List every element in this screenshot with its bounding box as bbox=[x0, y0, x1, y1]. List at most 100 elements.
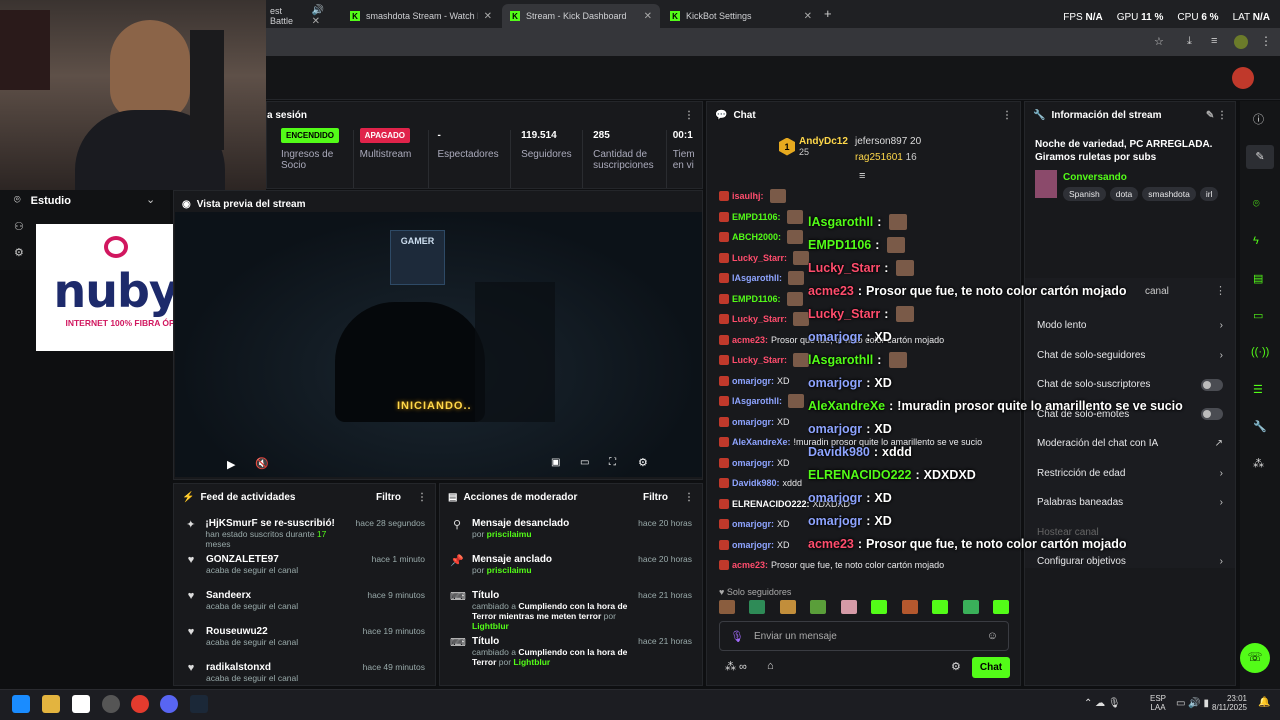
store-icon[interactable]: ⌂ bbox=[767, 660, 774, 672]
tab-battle[interactable]: est Battle 🔊 ✕ bbox=[262, 4, 342, 28]
camera-icon[interactable]: ⌾ bbox=[1253, 198, 1260, 211]
chat-settings-icon[interactable]: ⚙ bbox=[951, 660, 961, 673]
chat-username[interactable]: AleXandreXe: bbox=[732, 437, 791, 447]
emote[interactable] bbox=[932, 600, 949, 614]
gear-icon[interactable]: ⚙ bbox=[14, 246, 24, 259]
chat-username[interactable]: omarjogr: bbox=[732, 376, 774, 386]
start-icon[interactable] bbox=[12, 695, 30, 713]
filter-button[interactable]: Filtro bbox=[643, 492, 668, 503]
emote[interactable] bbox=[840, 600, 857, 614]
emote[interactable] bbox=[871, 600, 888, 614]
chat-username[interactable]: EMPD1106: bbox=[732, 294, 781, 304]
mod-user[interactable]: priscilaimu bbox=[487, 565, 532, 575]
bolt-icon[interactable]: ϟ bbox=[1253, 235, 1259, 247]
leader-name[interactable]: jeferson897 bbox=[855, 136, 907, 147]
send-chat-button[interactable]: Chat bbox=[972, 657, 1010, 678]
multistream-badge[interactable]: APAGADO bbox=[359, 128, 410, 143]
chat-input[interactable]: 🎙 Enviar un mensaje ☺ bbox=[719, 621, 1009, 651]
emote[interactable] bbox=[962, 600, 979, 614]
menu-icon[interactable]: ⋮ bbox=[1260, 34, 1272, 48]
network-volume-icons[interactable]: ▭ 🔊 ▮ bbox=[1176, 698, 1209, 709]
broadcast-icon[interactable]: ((·)) bbox=[1251, 346, 1269, 358]
collapse-icon[interactable]: ≡ bbox=[859, 170, 865, 182]
chat-username[interactable]: Lucky_Starr: bbox=[732, 314, 787, 324]
chat-username[interactable]: ELRENACIDO222: bbox=[732, 499, 810, 509]
tab-kickbot[interactable]: K KickBot Settings ✕ bbox=[662, 4, 820, 28]
tray-icons[interactable]: ⌃ ☁ 🎙 bbox=[1084, 698, 1121, 709]
info-icon[interactable]: ⓘ bbox=[1253, 111, 1264, 127]
leader-name[interactable]: rag251601 bbox=[855, 152, 903, 163]
play-icon[interactable]: ▶ bbox=[227, 458, 235, 471]
discord-icon[interactable] bbox=[160, 695, 178, 713]
live-badge[interactable]: ENCENDIDO bbox=[281, 128, 340, 143]
filter-button[interactable]: Filtro bbox=[376, 492, 401, 503]
chat-username[interactable]: omarjogr: bbox=[732, 417, 774, 427]
stream-preview-video[interactable]: GAMER INICIANDO.. ▶ 🔇 ▣ ▭ ⛶ ⚙ bbox=[175, 212, 702, 477]
mic-icon[interactable]: 🎙 bbox=[730, 630, 744, 643]
download-icon[interactable]: ⤓ bbox=[1187, 35, 1192, 48]
settings-icon[interactable]: ⚙ bbox=[638, 456, 648, 469]
obs-icon[interactable] bbox=[102, 695, 120, 713]
chat-username[interactable]: ABCH2000: bbox=[732, 232, 781, 242]
profile-avatar[interactable] bbox=[1234, 35, 1248, 49]
emote[interactable] bbox=[719, 600, 735, 614]
tag[interactable]: dota bbox=[1109, 187, 1139, 201]
tag[interactable]: Spanish bbox=[1063, 187, 1106, 201]
chevron-down-icon[interactable]: ⌄ bbox=[146, 193, 155, 206]
emoji-icon[interactable]: ☺ bbox=[987, 630, 998, 642]
more-icon[interactable]: ⋮ bbox=[684, 492, 694, 503]
more-icon[interactable]: ⋮ bbox=[1002, 110, 1012, 121]
mod-user[interactable]: Lightblur bbox=[513, 657, 550, 667]
close-icon[interactable]: ✕ bbox=[644, 11, 652, 22]
steam-icon[interactable] bbox=[190, 695, 208, 713]
chat-username[interactable]: omarjogr: bbox=[732, 540, 774, 550]
chat-username[interactable]: omarjogr: bbox=[732, 519, 774, 529]
chrome-icon[interactable] bbox=[131, 695, 149, 713]
close-icon[interactable]: ✕ bbox=[804, 11, 812, 22]
tag[interactable]: irl bbox=[1199, 187, 1219, 201]
chat-tools-icon[interactable]: ⁂ ∞ bbox=[725, 660, 747, 673]
clock[interactable]: 23:01 8/11/2025 bbox=[1212, 694, 1247, 712]
list-icon[interactable]: ☰ bbox=[1253, 383, 1263, 396]
chat-username[interactable]: lAsgarothll: bbox=[732, 273, 782, 283]
chat-username[interactable]: isaulhj: bbox=[732, 191, 764, 201]
mod-user[interactable]: Lightblur bbox=[472, 621, 509, 631]
edit-icon[interactable]: ✎ bbox=[1246, 145, 1274, 169]
reading-list-icon[interactable]: ≡ bbox=[1211, 35, 1217, 47]
apps-icon[interactable]: ⁂ bbox=[1253, 457, 1264, 470]
close-icon[interactable]: ✕ bbox=[484, 11, 492, 22]
emote[interactable] bbox=[901, 600, 918, 614]
tag[interactable]: smashdota bbox=[1142, 187, 1196, 201]
chat-username[interactable]: Davidk980: bbox=[732, 478, 780, 488]
star-icon[interactable]: ☆ bbox=[1154, 35, 1164, 48]
more-icon[interactable]: ⋮ bbox=[417, 492, 427, 503]
more-icon[interactable]: ⋮ bbox=[684, 110, 694, 121]
tab-kick-dashboard[interactable]: K Stream - Kick Dashboard ✕ bbox=[502, 4, 660, 28]
language-indicator[interactable]: ESP LAA bbox=[1150, 694, 1166, 712]
new-tab-button[interactable]: + bbox=[824, 6, 832, 21]
chat-username[interactable]: Lucky_Starr: bbox=[732, 355, 787, 365]
studio-item[interactable]: ⌾ Estudio bbox=[14, 194, 71, 207]
chat-username[interactable]: acme23: bbox=[732, 335, 768, 345]
chat-username[interactable]: Lucky_Starr: bbox=[732, 253, 787, 263]
chat-username[interactable]: omarjogr: bbox=[732, 458, 774, 468]
emote[interactable] bbox=[749, 600, 766, 614]
edit-icon[interactable]: ✎ ⋮ bbox=[1206, 110, 1227, 121]
support-chat-button[interactable]: ☏ bbox=[1240, 643, 1270, 673]
file-explorer-icon[interactable] bbox=[42, 695, 60, 713]
kick-app-icon[interactable] bbox=[72, 695, 90, 713]
chat-username[interactable]: lAsgarothll: bbox=[732, 396, 782, 406]
close-icon[interactable]: 🔊 ✕ bbox=[312, 5, 334, 27]
tab-smashdota[interactable]: K smashdota Stream - Watch Live ✕ bbox=[342, 4, 500, 28]
notification-icon[interactable]: 🔔 bbox=[1258, 697, 1270, 708]
pip-icon[interactable]: ▣ bbox=[551, 457, 560, 468]
emote[interactable] bbox=[779, 600, 796, 614]
chat-bubble-icon[interactable]: ▭ bbox=[1253, 309, 1263, 322]
leader-name[interactable]: AndyDc12 bbox=[799, 136, 848, 147]
theater-icon[interactable]: ▭ bbox=[580, 457, 589, 468]
mute-icon[interactable]: 🔇 bbox=[255, 457, 269, 470]
clipboard-icon[interactable]: ▤ bbox=[1253, 272, 1263, 285]
emote[interactable] bbox=[810, 600, 827, 614]
user-avatar[interactable] bbox=[1232, 67, 1254, 89]
chat-username[interactable]: EMPD1106: bbox=[732, 212, 781, 222]
